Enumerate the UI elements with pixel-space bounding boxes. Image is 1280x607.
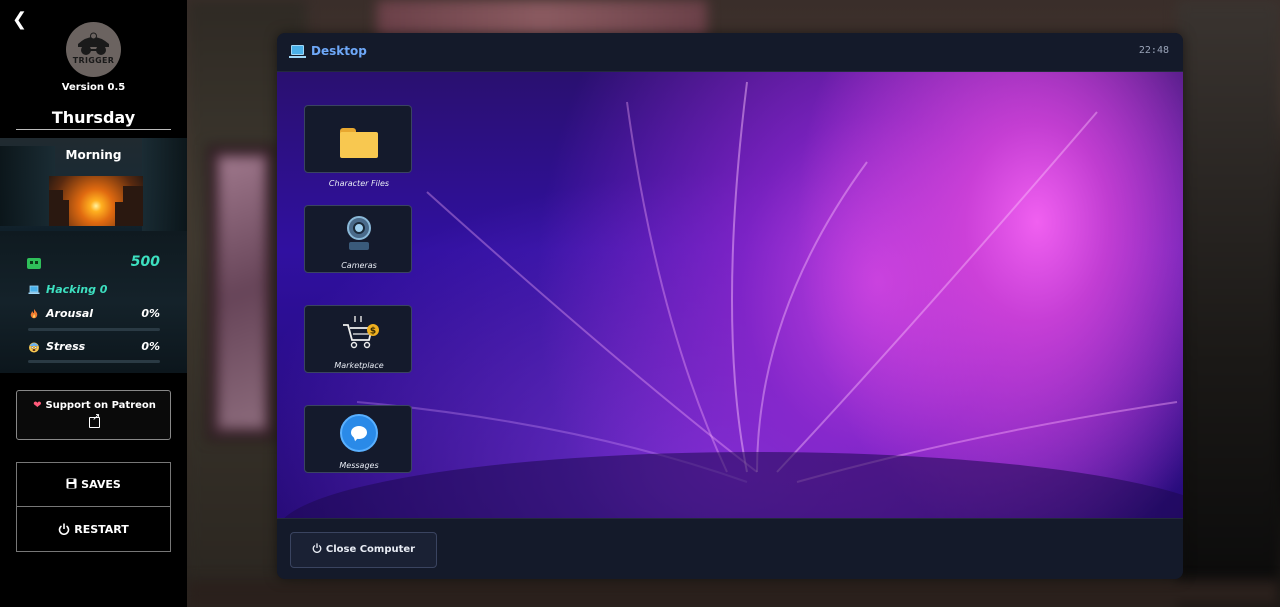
version-label: Version 0.5 xyxy=(61,82,126,93)
flame-icon xyxy=(30,309,38,319)
laptop-icon xyxy=(289,45,306,58)
shopping-cart-icon: $ xyxy=(343,316,379,349)
chevron-left-icon[interactable]: ❮ xyxy=(12,10,28,30)
arousal-bar xyxy=(28,328,160,331)
laptop-icon xyxy=(28,285,40,294)
stat-stress-label: Stress xyxy=(46,340,86,353)
stat-hacking: Hacking 0 xyxy=(28,283,160,299)
chat-bubble-icon xyxy=(340,414,378,452)
stat-arousal-label: Arousal xyxy=(46,307,94,320)
character-files-label: Character Files xyxy=(328,179,390,188)
desktop-wallpaper: Character Files Cameras $ Marketplace Me… xyxy=(277,72,1183,518)
stat-stress: Stress 0% xyxy=(28,340,160,356)
external-link-icon xyxy=(89,412,100,428)
marketplace-label: Marketplace xyxy=(334,361,384,370)
window-title: Desktop xyxy=(311,44,367,58)
day-label: Thursday xyxy=(16,108,171,130)
window-bottombar: Close Computer xyxy=(277,518,1183,579)
stat-arousal-value: 0% xyxy=(141,307,160,320)
messages-label: Messages xyxy=(339,461,379,470)
folder-icon xyxy=(340,128,378,158)
stressed-face-icon xyxy=(29,342,39,353)
sidebar: ❮ TRIGGER Version 0.5 Thursday Morning 5… xyxy=(0,0,187,607)
cameras-label: Cameras xyxy=(341,261,377,270)
floppy-disk-icon xyxy=(66,478,77,489)
sunrise-image xyxy=(49,176,143,226)
window-titlebar: Desktop 22:48 xyxy=(277,33,1183,72)
time-of-day-panel: Morning xyxy=(0,138,187,231)
game-logo: TRIGGER xyxy=(66,22,121,77)
saves-label: SAVES xyxy=(81,478,121,491)
stat-arousal: Arousal 0% xyxy=(28,307,160,323)
restart-label: RESTART xyxy=(74,523,129,536)
stat-stress-value: 0% xyxy=(141,340,160,353)
close-computer-label: Close Computer xyxy=(325,544,416,555)
stat-hacking-label: Hacking 0 xyxy=(46,283,108,296)
power-icon xyxy=(59,523,70,535)
patreon-label: Support on Patreon xyxy=(45,400,156,411)
saves-button[interactable]: SAVES xyxy=(17,463,170,507)
stress-bar xyxy=(28,360,160,363)
cameras-icon-tile[interactable]: Cameras xyxy=(304,205,412,273)
character-files-icon-tile[interactable]: Character Files xyxy=(304,105,412,188)
messages-icon-tile[interactable]: Messages xyxy=(304,405,412,473)
computer-window: Desktop 22:48 Character Files Cameras $ … xyxy=(277,33,1183,579)
logo-text: TRIGGER xyxy=(72,56,115,65)
support-patreon-button[interactable]: ❤ Support on Patreon xyxy=(16,390,171,440)
close-computer-button[interactable]: Close Computer xyxy=(290,532,437,568)
money-icon xyxy=(27,258,41,269)
heart-icon: ❤ xyxy=(33,400,42,411)
webcam-icon xyxy=(346,216,372,252)
restart-button[interactable]: RESTART xyxy=(17,508,170,552)
svg-text:$: $ xyxy=(370,327,376,337)
clock: 22:48 xyxy=(1138,45,1169,56)
marketplace-icon-tile[interactable]: $ Marketplace xyxy=(304,305,412,373)
game-menu: SAVES RESTART xyxy=(16,462,171,552)
money-value: 500 xyxy=(130,254,160,270)
time-of-day-label: Morning xyxy=(65,148,122,162)
power-icon xyxy=(312,543,322,553)
